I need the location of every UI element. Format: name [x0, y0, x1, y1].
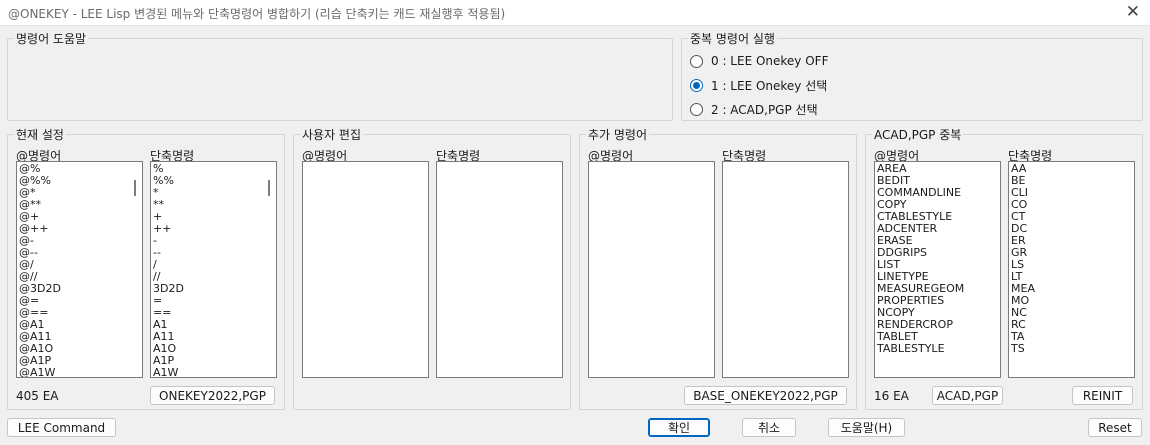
radio-selected-icon[interactable]	[690, 78, 703, 92]
help-group: 명령어 도움말	[7, 30, 673, 121]
user-short-list[interactable]	[436, 161, 563, 378]
list-item[interactable]: **	[153, 199, 274, 211]
user-edit-label: 사용자 편집	[300, 126, 364, 143]
onekey-pgp-button[interactable]: ONEKEY2022,PGP	[150, 386, 275, 405]
added-commands-group: 추가 명령어 @명령어 단축명령 BASE_ONEKEY2022,PGP	[579, 126, 857, 410]
duplicate-exec-group: 중복 명령어 실행 0 : LEE Onekey OFF 1 : LEE One…	[681, 30, 1143, 121]
scrollbar-thumb[interactable]	[134, 180, 136, 196]
radio-circle-icon[interactable]	[690, 54, 703, 68]
current-count: 405 EA	[16, 389, 59, 403]
list-item[interactable]: --	[153, 247, 274, 259]
list-item[interactable]: @--	[19, 247, 140, 259]
list-item[interactable]: GR	[1011, 247, 1132, 259]
radio-option-1-label: 1 : LEE Onekey 선택	[711, 78, 828, 93]
scrollbar-thumb[interactable]	[268, 180, 270, 196]
acad-duplicate-label: ACAD,PGP 중복	[872, 126, 964, 143]
list-item[interactable]: TA	[1011, 331, 1132, 343]
reset-button[interactable]: Reset	[1088, 418, 1142, 437]
acad-command-list[interactable]: AREA BEDIT COMMANDLINE COPY CTABLESTYLE ADCEN…	[874, 161, 1001, 378]
acad-count: 16 EA	[874, 389, 909, 403]
lee-command-button[interactable]: LEE Command	[7, 418, 116, 437]
acad-pgp-button[interactable]: ACAD,PGP	[932, 386, 1003, 405]
list-item[interactable]: CO	[1011, 199, 1132, 211]
list-item[interactable]: AA	[1011, 163, 1132, 175]
list-item[interactable]: %%	[153, 175, 274, 187]
list-item[interactable]: TABLESTYLE	[877, 343, 998, 355]
window-title: @ONEKEY - LEE Lisp 변경된 메뉴와 단축명령어 병합하기 (리…	[8, 7, 506, 21]
radio-circle-icon[interactable]	[690, 102, 703, 116]
list-item[interactable]: =	[153, 295, 274, 307]
list-item[interactable]: NC	[1011, 307, 1132, 319]
list-item[interactable]: @A1W	[19, 367, 140, 378]
current-command-list[interactable]: @% @%% @* @** @+ @++ @- @-- @/@//@3D2D @= @== @A1 @A…	[16, 161, 143, 378]
list-item[interactable]: MO	[1011, 295, 1132, 307]
list-item[interactable]: BE	[1011, 175, 1132, 187]
list-item[interactable]: ==	[153, 307, 274, 319]
current-short-list[interactable]: %%% * ** + ++ - -- ///3D2D = == A1 A11 A1O A1P A1W	[150, 161, 277, 378]
list-item[interactable]: A1W	[153, 367, 274, 378]
user-edit-group: 사용자 편집 @명령어 단축명령	[293, 126, 571, 410]
added-commands-label: 추가 명령어	[586, 126, 650, 143]
added-short-list[interactable]	[722, 161, 849, 378]
current-settings-group: 현재 설정 @명령어 단축명령 @% @%% @* @** @+ @++ @- @-- @/@/…	[7, 126, 285, 410]
user-command-list[interactable]	[302, 161, 429, 378]
radio-option-1[interactable]: 1 : LEE Onekey 선택	[690, 77, 827, 93]
cancel-button[interactable]: 취소	[742, 418, 796, 437]
list-item[interactable]: +	[153, 211, 274, 223]
radio-option-0-label: 0 : LEE Onekey OFF	[711, 54, 829, 68]
help-group-label: 명령어 도움말	[14, 30, 89, 47]
radio-option-2[interactable]: 2 : ACAD,PGP 선택	[690, 101, 818, 117]
reinit-button[interactable]: REINIT	[1072, 386, 1133, 405]
list-item[interactable]: CT	[1011, 211, 1132, 223]
list-item[interactable]: @%%	[19, 175, 140, 187]
list-item[interactable]: CLI	[1011, 187, 1132, 199]
list-item[interactable]: 3D2D	[153, 283, 274, 295]
list-item[interactable]: LS	[1011, 259, 1132, 271]
list-item[interactable]: @++	[19, 223, 140, 235]
current-settings-label: 현재 설정	[14, 126, 66, 143]
added-command-list[interactable]	[588, 161, 715, 378]
help-button[interactable]: 도움말(H)	[828, 418, 905, 437]
list-item[interactable]: ++	[153, 223, 274, 235]
base-onekey-pgp-button[interactable]: BASE_ONEKEY2022,PGP	[684, 386, 847, 405]
list-item[interactable]: DC	[1011, 223, 1132, 235]
close-icon[interactable]: ✕	[1126, 2, 1140, 22]
list-item[interactable]: -	[153, 235, 274, 247]
list-item[interactable]: RC	[1011, 319, 1132, 331]
list-item[interactable]: ER	[1011, 235, 1132, 247]
list-item[interactable]: *	[153, 187, 274, 199]
list-item[interactable]: TS	[1011, 343, 1132, 355]
radio-option-2-label: 2 : ACAD,PGP 선택	[711, 102, 818, 117]
list-item[interactable]: /	[153, 259, 274, 271]
radio-option-0[interactable]: 0 : LEE Onekey OFF	[690, 53, 828, 69]
ok-button[interactable]: 확인	[648, 418, 710, 437]
list-item[interactable]: MEA	[1011, 283, 1132, 295]
list-item[interactable]: @/	[19, 259, 140, 271]
title-bar: @ONEKEY - LEE Lisp 변경된 메뉴와 단축명령어 병합하기 (리…	[0, 0, 1150, 26]
duplicate-exec-label: 중복 명령어 실행	[688, 30, 777, 47]
acad-duplicate-group: ACAD,PGP 중복 @명령어 단축명령 AREA BEDIT COMMANDLI…	[865, 126, 1143, 410]
acad-short-list[interactable]: AA BE CLI CO CT DC ER GR LS LT MEA MO NC RC TA TS	[1008, 161, 1135, 378]
